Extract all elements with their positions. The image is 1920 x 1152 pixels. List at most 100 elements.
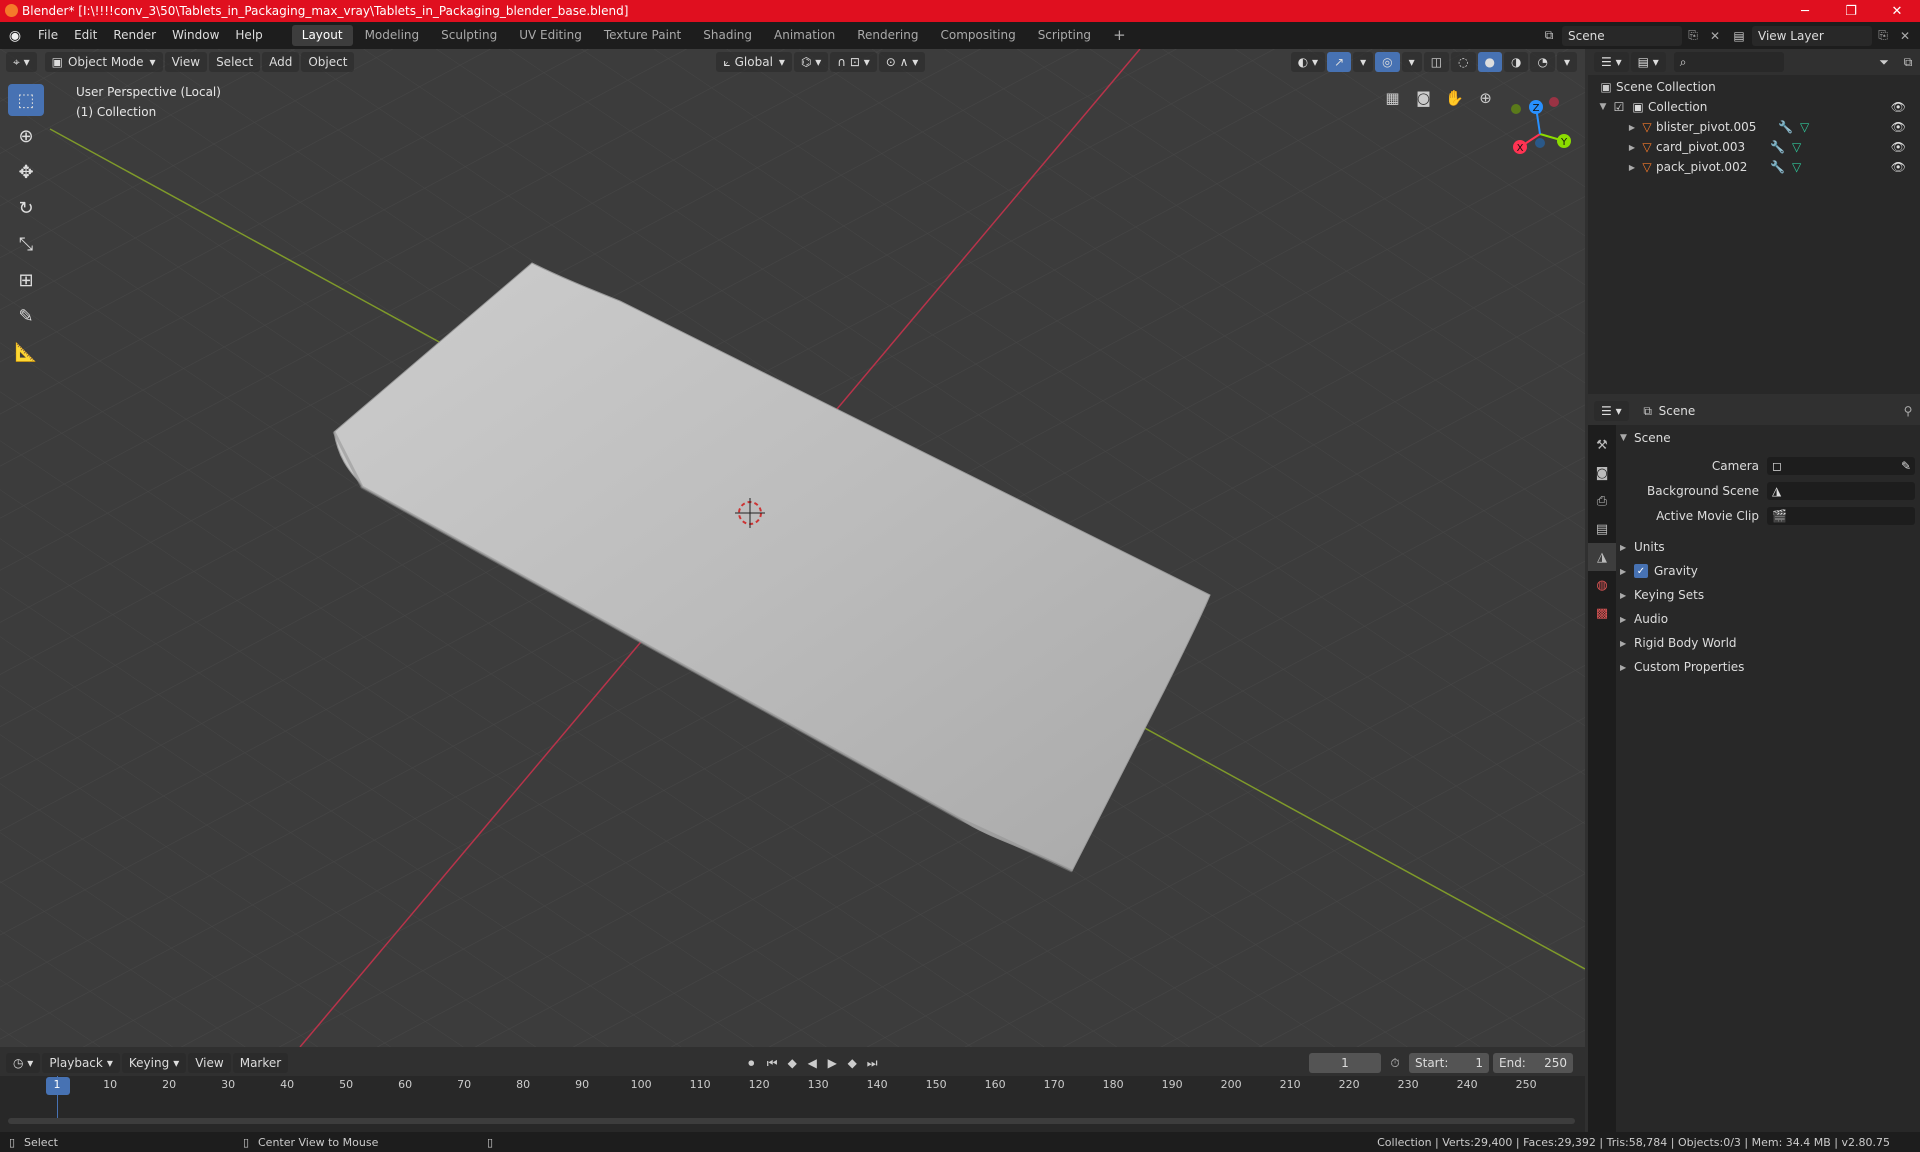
eye-icon[interactable]: 👁 xyxy=(1891,160,1906,174)
material-shading-button[interactable]: ◑ xyxy=(1504,52,1529,72)
expand-arrow-icon[interactable]: ▼ xyxy=(1596,102,1610,112)
add-workspace-button[interactable]: + xyxy=(1103,25,1136,46)
keying-menu[interactable]: Keying ▾ xyxy=(121,1053,187,1073)
menu-file[interactable]: File xyxy=(30,22,66,49)
snap-button[interactable]: ∩ ⊡ ▾ xyxy=(830,52,877,72)
gizmo-toggle-button[interactable]: ↗ xyxy=(1327,52,1352,72)
tab-scene[interactable]: ◮ xyxy=(1588,543,1616,571)
outliner-object-row[interactable]: ▶ ▽ blister_pivot.005 🔧 ▽ 👁 xyxy=(1596,117,1920,137)
overlays-toggle-button[interactable]: ◎ xyxy=(1375,52,1400,72)
marker-menu[interactable]: Marker xyxy=(232,1053,289,1073)
tab-texture[interactable]: ▩ xyxy=(1588,599,1616,627)
eye-icon[interactable]: 👁 xyxy=(1891,120,1906,134)
wireframe-shading-button[interactable]: ◌ xyxy=(1451,52,1476,72)
menu-help[interactable]: Help xyxy=(227,22,270,49)
mode-dropdown[interactable]: ▣ Object Mode ▾ xyxy=(44,52,163,72)
expand-arrow-icon[interactable]: ▶ xyxy=(1626,163,1638,172)
outliner-object-row[interactable]: ▶ ▽ card_pivot.003 🔧 ▽ 👁 xyxy=(1596,137,1920,157)
tab-animation[interactable]: Animation xyxy=(764,25,845,46)
record-icon[interactable]: ⏺ xyxy=(740,1056,762,1071)
tab-scripting[interactable]: Scripting xyxy=(1028,25,1101,46)
eye-icon[interactable]: 👁 xyxy=(1891,100,1906,114)
tab-render[interactable]: ◙ xyxy=(1588,459,1616,487)
timeline-view-menu[interactable]: View xyxy=(188,1053,231,1073)
eye-icon[interactable]: 👁 xyxy=(1891,140,1906,154)
modifier-wrench-icon[interactable]: 🔧 xyxy=(1770,160,1785,174)
jump-start-icon[interactable]: ⏮ xyxy=(762,1056,782,1071)
tab-texture-paint[interactable]: Texture Paint xyxy=(594,25,691,46)
current-frame-field[interactable]: 1 xyxy=(1309,1053,1381,1073)
axis-gizmo[interactable]: X Y Z xyxy=(1500,89,1580,169)
pan-hand-icon[interactable]: ✋ xyxy=(1442,85,1467,110)
rotate-tool[interactable]: ↻ xyxy=(8,192,44,224)
shading-menu-button[interactable]: ▾ xyxy=(1556,52,1577,72)
end-frame-field[interactable]: End: 250 xyxy=(1493,1053,1573,1073)
scene-collection-row[interactable]: ▣ Scene Collection xyxy=(1596,77,1920,97)
view-layer-icon[interactable]: ▤ xyxy=(1726,29,1752,43)
annotate-tool[interactable]: ✎ xyxy=(8,300,44,332)
eyedropper-icon[interactable]: ✎ xyxy=(1901,459,1911,473)
stopwatch-icon[interactable]: ⏱ xyxy=(1381,1056,1409,1071)
mesh-data-icon[interactable]: ▽ xyxy=(1792,160,1801,174)
tab-modeling[interactable]: Modeling xyxy=(355,25,430,46)
pin-icon[interactable]: ⚲ xyxy=(1896,404,1920,418)
menu-window[interactable]: Window xyxy=(164,22,227,49)
outliner-search-input[interactable]: ⌕ xyxy=(1673,52,1784,72)
view-layer-field[interactable]: View Layer xyxy=(1752,25,1872,46)
ortho-toggle-icon[interactable]: ▦ xyxy=(1380,85,1405,110)
measure-tool[interactable]: 📐 xyxy=(8,336,44,368)
xray-toggle-button[interactable]: ◫ xyxy=(1423,52,1450,72)
play-icon[interactable]: ▶ xyxy=(822,1056,842,1070)
proportional-edit-button[interactable]: ⊙ ∧ ▾ xyxy=(878,52,926,72)
3d-viewport[interactable]: User Perspective (Local) (1) Collection … xyxy=(0,49,1585,1047)
menu-edit[interactable]: Edit xyxy=(66,22,105,49)
pivot-point-button[interactable]: ⌬ ▾ xyxy=(793,52,829,72)
rigid-body-world-panel[interactable]: ▶ Rigid Body World xyxy=(1620,632,1920,654)
tab-layout[interactable]: Layout xyxy=(291,25,353,46)
tab-shading[interactable]: Shading xyxy=(693,25,762,46)
checkbox-icon[interactable]: ☑ xyxy=(1610,100,1628,114)
transform-tool[interactable]: ⊞ xyxy=(8,264,44,296)
orientation-dropdown[interactable]: ⟀ Global ▾ xyxy=(716,52,792,72)
minimize-button[interactable]: ─ xyxy=(1782,4,1828,19)
tab-rendering[interactable]: Rendering xyxy=(847,25,928,46)
background-scene-field[interactable]: ◮ xyxy=(1767,482,1915,500)
properties-editor-type-button[interactable]: ☰ ▾ xyxy=(1594,401,1629,421)
prev-keyframe-icon[interactable]: ◆ xyxy=(782,1056,802,1070)
tab-tool[interactable]: ⚒ xyxy=(1588,431,1616,459)
overlays-menu-button[interactable]: ▾ xyxy=(1401,52,1422,72)
keying-sets-panel[interactable]: ▶ Keying Sets xyxy=(1620,584,1920,606)
camera-view-icon[interactable]: ◙ xyxy=(1411,85,1436,110)
units-panel[interactable]: ▶ Units xyxy=(1620,536,1920,558)
maximize-button[interactable]: ❐ xyxy=(1828,4,1874,19)
scene-selector-icon[interactable]: ⧉ xyxy=(1536,28,1562,43)
gravity-checkbox[interactable]: ✓ xyxy=(1634,564,1648,578)
jump-end-icon[interactable]: ⏭ xyxy=(862,1056,882,1071)
scene-name-field[interactable]: Scene xyxy=(1562,25,1682,46)
collection-row[interactable]: ▼ ☑ ▣ Collection 👁 xyxy=(1596,97,1920,117)
expand-arrow-icon[interactable]: ▶ xyxy=(1626,143,1638,152)
filter-icon[interactable]: ⏷ xyxy=(1872,55,1896,70)
new-collection-icon[interactable]: ⧉ xyxy=(1896,55,1920,70)
scale-tool[interactable]: ⤡ xyxy=(8,228,44,260)
move-tool[interactable]: ✥ xyxy=(8,156,44,188)
outliner-object-row[interactable]: ▶ ▽ pack_pivot.002 🔧 ▽ 👁 xyxy=(1596,157,1920,177)
active-movie-clip-field[interactable]: 🎬 xyxy=(1767,507,1915,525)
audio-panel[interactable]: ▶ Audio xyxy=(1620,608,1920,630)
start-frame-field[interactable]: Start: 1 xyxy=(1409,1053,1489,1073)
viewport-menu-select[interactable]: Select xyxy=(209,52,261,72)
camera-field[interactable]: ◻ ✎ xyxy=(1767,457,1915,475)
zoom-icon[interactable]: ⊕ xyxy=(1473,85,1498,110)
scene-panel-header[interactable]: ▼ Scene xyxy=(1620,427,1920,449)
solid-shading-button[interactable]: ● xyxy=(1477,52,1502,72)
delete-scene-icon[interactable]: ✕ xyxy=(1704,29,1726,43)
timeline-editor-type-button[interactable]: ◷ ▾ xyxy=(6,1053,41,1073)
rendered-shading-button[interactable]: ◔ xyxy=(1530,52,1555,72)
viewport-menu-add[interactable]: Add xyxy=(262,52,300,72)
next-keyframe-icon[interactable]: ◆ xyxy=(842,1056,862,1070)
menu-render[interactable]: Render xyxy=(105,22,164,49)
viewport-menu-view[interactable]: View xyxy=(164,52,208,72)
modifier-wrench-icon[interactable]: 🔧 xyxy=(1778,120,1793,134)
blender-menu-icon[interactable]: ◉ xyxy=(0,28,30,44)
playback-menu[interactable]: Playback ▾ xyxy=(42,1053,120,1073)
